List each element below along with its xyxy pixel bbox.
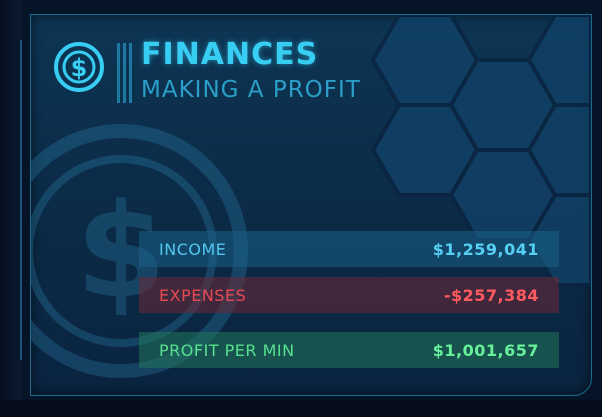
- profit-per-min-label: PROFIT PER MIN: [159, 340, 295, 360]
- finances-panel: $ $ FINANCES MAKING A PROFIT INCOME $1,2…: [30, 14, 592, 396]
- left-side-panel-edge: [0, 0, 22, 417]
- profit-per-min-row: PROFIT PER MIN $1,001,657: [139, 332, 559, 368]
- bottom-background: [0, 400, 602, 417]
- expenses-label: EXPENSES: [159, 285, 247, 305]
- expenses-row: EXPENSES -$257,384: [139, 277, 559, 313]
- income-value: $1,259,041: [432, 239, 539, 259]
- panel-title: FINANCES: [141, 37, 319, 72]
- income-row: INCOME $1,259,041: [139, 231, 559, 267]
- panel-subtitle: MAKING A PROFIT: [141, 77, 361, 103]
- left-side-panel-border: [20, 40, 22, 360]
- profit-per-min-value: $1,001,657: [432, 340, 539, 360]
- expenses-value: -$257,384: [443, 285, 539, 305]
- svg-text:$: $: [71, 54, 88, 82]
- header-stripes: [117, 43, 132, 103]
- dollar-coin-icon: $: [54, 42, 104, 92]
- income-label: INCOME: [159, 239, 227, 259]
